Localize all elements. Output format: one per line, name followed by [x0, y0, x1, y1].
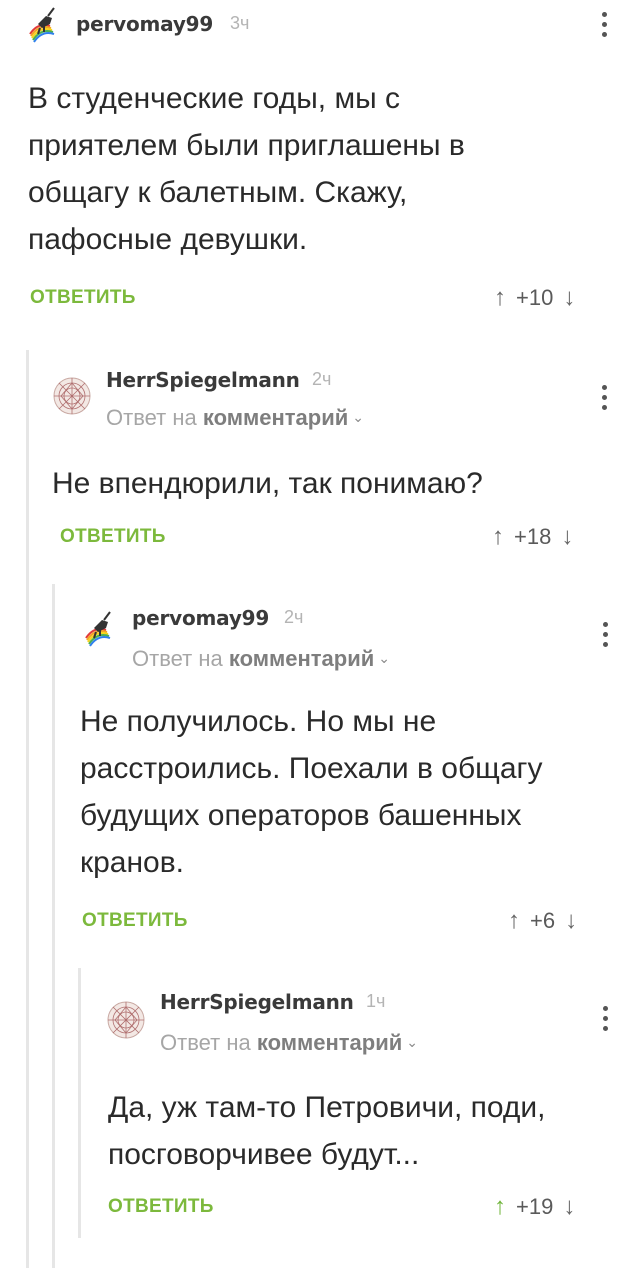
- vote-controls: ↑ +10 ↓: [494, 284, 575, 312]
- comment-1: pervomay99 3ч В студенческие годы, мы с …: [0, 0, 640, 330]
- reply-button[interactable]: ОТВЕТИТЬ: [82, 910, 188, 932]
- comment-score: +19: [516, 1194, 554, 1219]
- chevron-down-icon[interactable]: ⌄: [378, 650, 390, 666]
- reply-to-comment[interactable]: комментарий: [229, 646, 374, 671]
- comment-time: 2ч: [312, 369, 332, 389]
- reply-to-prefix: Ответ на: [160, 1030, 251, 1055]
- downvote-icon[interactable]: ↓: [565, 907, 577, 934]
- reply-to-link[interactable]: Ответ на комментарий ⌄: [106, 405, 364, 431]
- chevron-down-icon[interactable]: ⌄: [352, 409, 364, 425]
- upvote-icon[interactable]: ↑: [508, 907, 520, 934]
- comment-text: Да, уж там-то Петровичи, поди, посговорч…: [108, 1091, 546, 1171]
- reply-to-prefix: Ответ на: [106, 405, 197, 430]
- vote-controls: ↑ +6 ↓: [508, 907, 577, 935]
- unicorn-rainbow-icon[interactable]: [80, 608, 120, 648]
- vote-controls: ↑ +19 ↓: [494, 1193, 575, 1221]
- more-options-icon[interactable]: [599, 12, 609, 42]
- more-options-icon[interactable]: [600, 622, 610, 652]
- thread-line[interactable]: [78, 968, 81, 1238]
- comment-username[interactable]: pervomay99: [76, 12, 213, 36]
- comment-4: HerrSpiegelmann 1ч Ответ на комментарий ⌄…: [78, 968, 640, 1268]
- comment-username[interactable]: pervomay99: [132, 606, 269, 630]
- comment-time: 1ч: [366, 991, 386, 1011]
- reply-to-comment[interactable]: комментарий: [257, 1030, 402, 1055]
- reply-to-link[interactable]: Ответ на комментарий ⌄: [132, 646, 390, 672]
- upvote-icon[interactable]: ↑: [494, 1193, 506, 1220]
- reply-to-prefix: Ответ на: [132, 646, 223, 671]
- vote-controls: ↑ +18 ↓: [492, 523, 573, 551]
- comment-score: +6: [530, 908, 556, 933]
- reply-to-comment[interactable]: комментарий: [203, 405, 348, 430]
- comment-username[interactable]: HerrSpiegelmann: [160, 990, 354, 1014]
- mandala-sphere-icon[interactable]: [52, 376, 92, 416]
- upvote-icon[interactable]: ↑: [492, 523, 504, 550]
- reply-button[interactable]: ОТВЕТИТЬ: [30, 287, 136, 309]
- chevron-down-icon[interactable]: ⌄: [406, 1034, 418, 1050]
- mandala-sphere-icon[interactable]: [106, 1000, 146, 1040]
- comment-score: +10: [516, 285, 554, 310]
- reply-button[interactable]: ОТВЕТИТЬ: [108, 1196, 214, 1218]
- comment-time: 2ч: [284, 607, 304, 627]
- thread-line[interactable]: [26, 350, 29, 1268]
- comment-username[interactable]: HerrSpiegelmann: [106, 368, 300, 392]
- downvote-icon[interactable]: ↓: [563, 284, 575, 311]
- more-options-icon[interactable]: [600, 1006, 610, 1036]
- comment-text: Не впендюрили, так понимаю?: [52, 467, 483, 500]
- reply-to-link[interactable]: Ответ на комментарий ⌄: [160, 1030, 418, 1056]
- comment-time: 3ч: [230, 13, 250, 33]
- upvote-icon[interactable]: ↑: [494, 284, 506, 311]
- reply-button[interactable]: ОТВЕТИТЬ: [60, 526, 166, 548]
- unicorn-rainbow-icon[interactable]: [24, 4, 64, 44]
- more-options-icon[interactable]: [599, 385, 609, 415]
- comment-score: +18: [514, 524, 552, 549]
- downvote-icon[interactable]: ↓: [563, 1193, 575, 1220]
- thread-line[interactable]: [52, 584, 55, 1268]
- comment-text: В студенческие годы, мы с приятелем были…: [28, 82, 465, 256]
- comment-text: Не получилось. Но мы не расстроились. По…: [80, 705, 543, 879]
- downvote-icon[interactable]: ↓: [561, 523, 573, 550]
